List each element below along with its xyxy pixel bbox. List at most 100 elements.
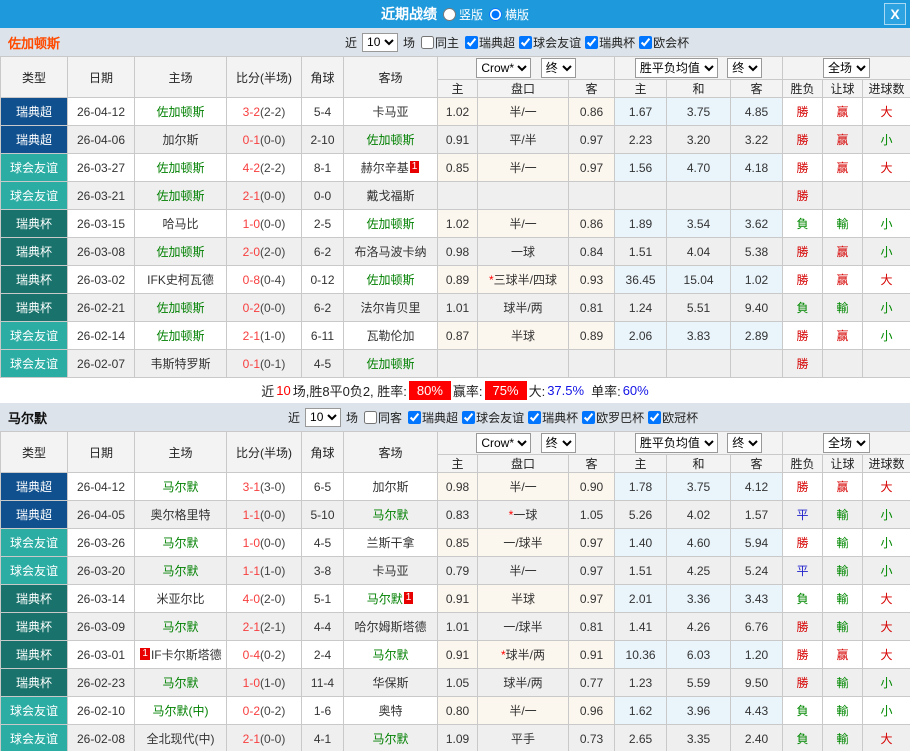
away-team-name: 卡马亚	[372, 105, 409, 119]
league-checkbox[interactable]	[648, 410, 662, 424]
avg-away-cell: 4.18	[730, 153, 784, 182]
odds-company-select[interactable]: Crow*	[476, 433, 532, 453]
handicap-cell: *一球	[477, 500, 569, 529]
away-team-name: 法尔肯贝里	[360, 301, 421, 315]
match-date: 26-03-01	[76, 647, 126, 662]
league-filter-group: 瑞典超 球会友谊 瑞典杯 欧会杯	[461, 34, 689, 51]
close-button[interactable]: X	[884, 3, 906, 25]
avg-away-cell: 5.38	[730, 237, 784, 266]
goals-result-cell: 小	[862, 668, 910, 697]
league-filter[interactable]: 瑞典杯	[585, 34, 635, 51]
league-checkbox[interactable]	[585, 35, 599, 49]
home-water-cell: 0.91	[437, 584, 478, 613]
avg-odds-value: 1.51	[628, 244, 653, 259]
league-checkbox[interactable]	[519, 35, 533, 49]
result-text: 平	[796, 564, 809, 578]
league-filter[interactable]: 瑞典杯	[528, 409, 578, 426]
result-text: 輸	[836, 592, 849, 606]
final-avg-select[interactable]: 终	[727, 58, 763, 78]
avg-draw-cell: 4.04	[666, 237, 732, 266]
team-name: 马尔默	[8, 410, 48, 426]
league-checkbox[interactable]	[462, 410, 476, 424]
vertical-radio-input[interactable]	[442, 7, 456, 21]
result-text: 大	[880, 648, 893, 662]
away-water-value: 0.97	[579, 563, 604, 578]
avg-draw-cell: 3.75	[666, 472, 732, 501]
league-checkbox[interactable]	[639, 35, 653, 49]
league-filter[interactable]: 欧会杯	[639, 34, 689, 51]
full-match-select[interactable]: 全场	[823, 433, 871, 453]
home-water-value: 1.05	[445, 675, 470, 690]
result-text: 勝	[796, 133, 809, 147]
match-date: 26-02-23	[76, 675, 126, 690]
league-type-label: 瑞典杯	[15, 676, 52, 690]
result-text: 勝	[796, 189, 809, 203]
league-checkbox[interactable]	[465, 35, 479, 49]
league-filter[interactable]: 瑞典超	[408, 409, 458, 426]
avg-draw-cell: 6.03	[666, 640, 732, 669]
league-checkbox[interactable]	[528, 410, 542, 424]
sub-handicap-result: 让球	[822, 454, 864, 473]
result-text: 輸	[836, 732, 849, 746]
recent-count-select[interactable]: 10	[305, 407, 342, 427]
horizontal-radio-input[interactable]	[489, 7, 502, 21]
recent-results-dialog: 近期战绩 竖版 横版 X 佐加顿斯 近 10 场 同主 瑞典超 球会友谊 瑞典杯…	[0, 0, 910, 751]
away-team-name: 华保斯	[372, 676, 409, 690]
halftime-score: (0-1)	[260, 356, 286, 371]
result-text: 小	[880, 536, 893, 550]
outcome-cell: 平	[782, 500, 824, 529]
league-type-label: 球会友谊	[9, 357, 58, 371]
same-venue-checkbox[interactable]	[421, 35, 435, 49]
league-checkbox[interactable]	[408, 410, 422, 424]
handicap-result-cell: 輸	[822, 724, 864, 751]
handicap-line: 半球	[510, 592, 535, 606]
sub-goals: 进球数	[862, 79, 910, 98]
league-filter[interactable]: 瑞典超	[465, 34, 515, 51]
result-text: 小	[880, 676, 893, 690]
away-team-name: 加尔斯	[372, 480, 409, 494]
layout-radio-vertical[interactable]: 竖版	[442, 6, 483, 23]
col-corner: 角球	[301, 431, 344, 473]
corner-count: 2-5	[313, 216, 332, 231]
same-venue-filter[interactable]: 同客	[364, 409, 402, 426]
league-filter[interactable]: 球会友谊	[519, 34, 581, 51]
league-filter[interactable]: 欧冠杯	[648, 409, 698, 426]
final-avg-select[interactable]: 终	[727, 433, 763, 453]
date-cell: 26-03-20	[67, 556, 135, 585]
same-venue-checkbox[interactable]	[364, 410, 378, 424]
same-venue-filter[interactable]: 同主	[421, 34, 459, 51]
red-card-badge: 1	[403, 592, 414, 604]
corner-count: 4-5	[313, 535, 332, 550]
match-row: 瑞典杯 26-03-14 米亚尔比 4-0(2-0) 5-1 马尔默 1 0.91 半球 0.97…	[0, 584, 910, 613]
avg-odds-value: 3.36	[686, 591, 711, 606]
final-odds-select[interactable]: 终	[540, 433, 576, 453]
league-filter[interactable]: 欧罗巴杯	[582, 409, 644, 426]
avg-odds-select[interactable]: 胜平负均值	[634, 433, 718, 453]
score-cell: 1-0(1-0)	[226, 668, 302, 697]
handicap-cell	[477, 349, 569, 378]
corner-cell: 6-2	[301, 237, 344, 266]
avg-odds-select[interactable]: 胜平负均值	[634, 58, 718, 78]
corner-count: 2-10	[310, 132, 335, 147]
outcome-cell: 勝	[782, 321, 824, 350]
handicap-line: 平手	[510, 732, 535, 746]
home-team-name: 全北现代(中)	[146, 732, 215, 746]
result-text: 勝	[796, 676, 809, 690]
away-water-cell: 0.91	[567, 640, 616, 669]
avg-draw-cell: 5.59	[666, 668, 732, 697]
summary-count: 10	[276, 383, 291, 398]
match-row: 瑞典杯 26-03-15 哈马比 1-0(0-0) 2-5 佐加顿斯 1.02 半/一 0.86…	[0, 209, 910, 238]
avg-draw-cell: 4.60	[666, 528, 732, 557]
league-checkbox[interactable]	[582, 410, 596, 424]
final-odds-select[interactable]: 终	[540, 58, 576, 78]
layout-radio-horizontal[interactable]: 横版	[489, 6, 529, 23]
team-section-djurgardens: 佐加顿斯 近 10 场 同主 瑞典超 球会友谊 瑞典杯 欧会杯 类型 日期 主场…	[0, 28, 910, 403]
home-team-cell: 加尔斯	[134, 125, 227, 154]
odds-company-select[interactable]: Crow*	[476, 58, 532, 78]
full-match-select[interactable]: 全场	[823, 58, 871, 78]
fulltime-score: 0-1	[242, 132, 260, 147]
result-text: 大	[880, 732, 893, 746]
fulltime-score: 1-0	[242, 675, 260, 690]
recent-count-select[interactable]: 10	[362, 32, 399, 52]
league-filter[interactable]: 球会友谊	[462, 409, 524, 426]
